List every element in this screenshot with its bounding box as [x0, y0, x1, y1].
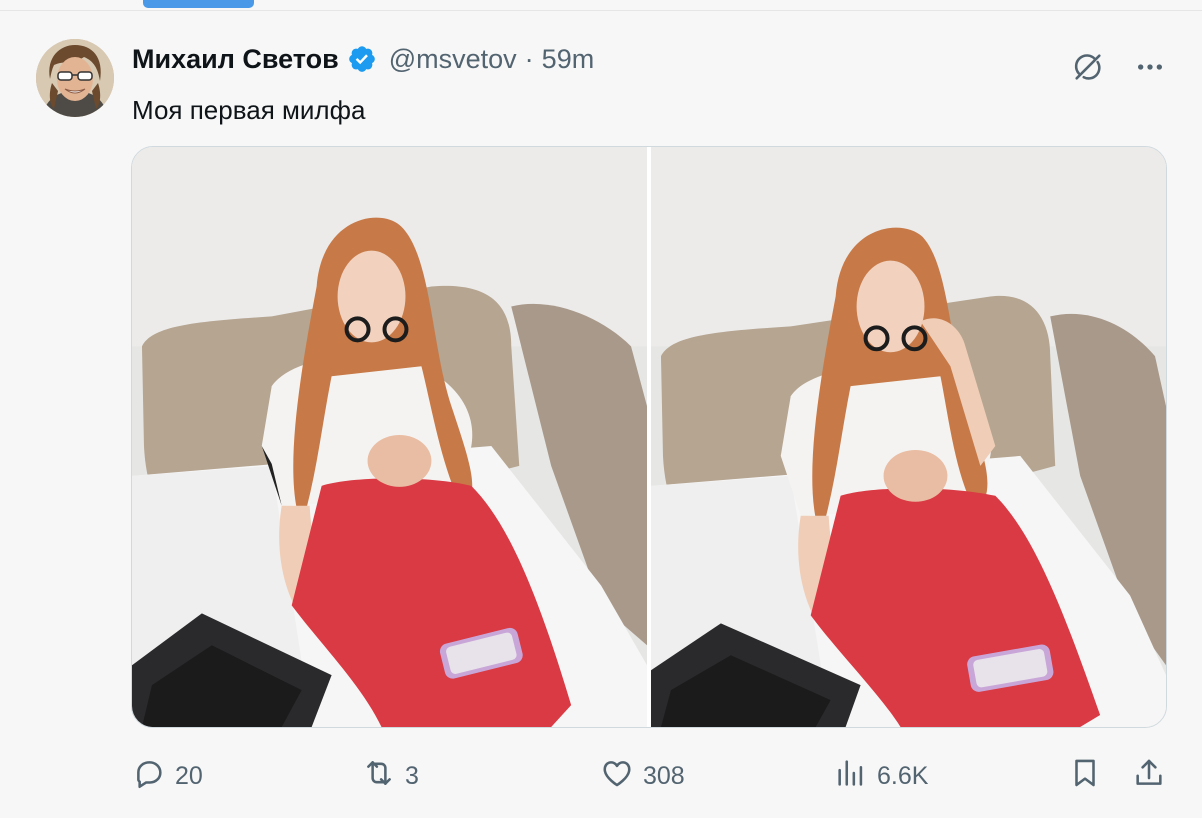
repost-count: 3	[405, 761, 419, 790]
tweet-photo-2[interactable]	[651, 147, 1166, 727]
views-icon	[834, 756, 868, 797]
avatar[interactable]	[36, 39, 114, 117]
repost-button[interactable]: 3	[362, 756, 419, 796]
separator-dot: ·	[524, 43, 534, 74]
reply-button[interactable]: 20	[132, 756, 203, 796]
tab-indicator	[143, 0, 254, 8]
views-count: 6.6K	[877, 761, 929, 790]
reply-count: 20	[175, 761, 203, 790]
like-count: 308	[643, 761, 685, 790]
author-name[interactable]: Михаил Светов	[132, 44, 339, 75]
reply-icon	[132, 756, 166, 797]
bookmark-icon	[1068, 756, 1102, 797]
tweet-actions-bar: 20 3 308 6.6K	[132, 756, 1168, 796]
bookmark-button[interactable]	[1068, 756, 1102, 796]
tweet-header: Михаил Светов @msvetov · 59m	[132, 41, 594, 77]
share-icon	[1132, 756, 1166, 797]
timestamp[interactable]: 59m	[542, 44, 595, 75]
verified-badge-icon	[347, 44, 377, 74]
views-button[interactable]: 6.6K	[834, 756, 928, 796]
tweet-text: Моя первая милфа	[132, 95, 366, 125]
more-icon[interactable]	[1132, 49, 1168, 85]
share-button[interactable]	[1132, 756, 1166, 796]
like-button[interactable]: 308	[600, 756, 685, 796]
grok-icon[interactable]	[1070, 49, 1106, 85]
like-icon	[600, 756, 634, 797]
tweet-card[interactable]: Михаил Светов @msvetov · 59m Моя первая …	[0, 10, 1202, 818]
tweet-top-actions	[1070, 49, 1168, 85]
media-grid	[131, 146, 1167, 728]
repost-icon	[362, 756, 396, 797]
tweet-photo-1[interactable]	[132, 147, 647, 727]
author-handle[interactable]: @msvetov	[389, 44, 517, 75]
